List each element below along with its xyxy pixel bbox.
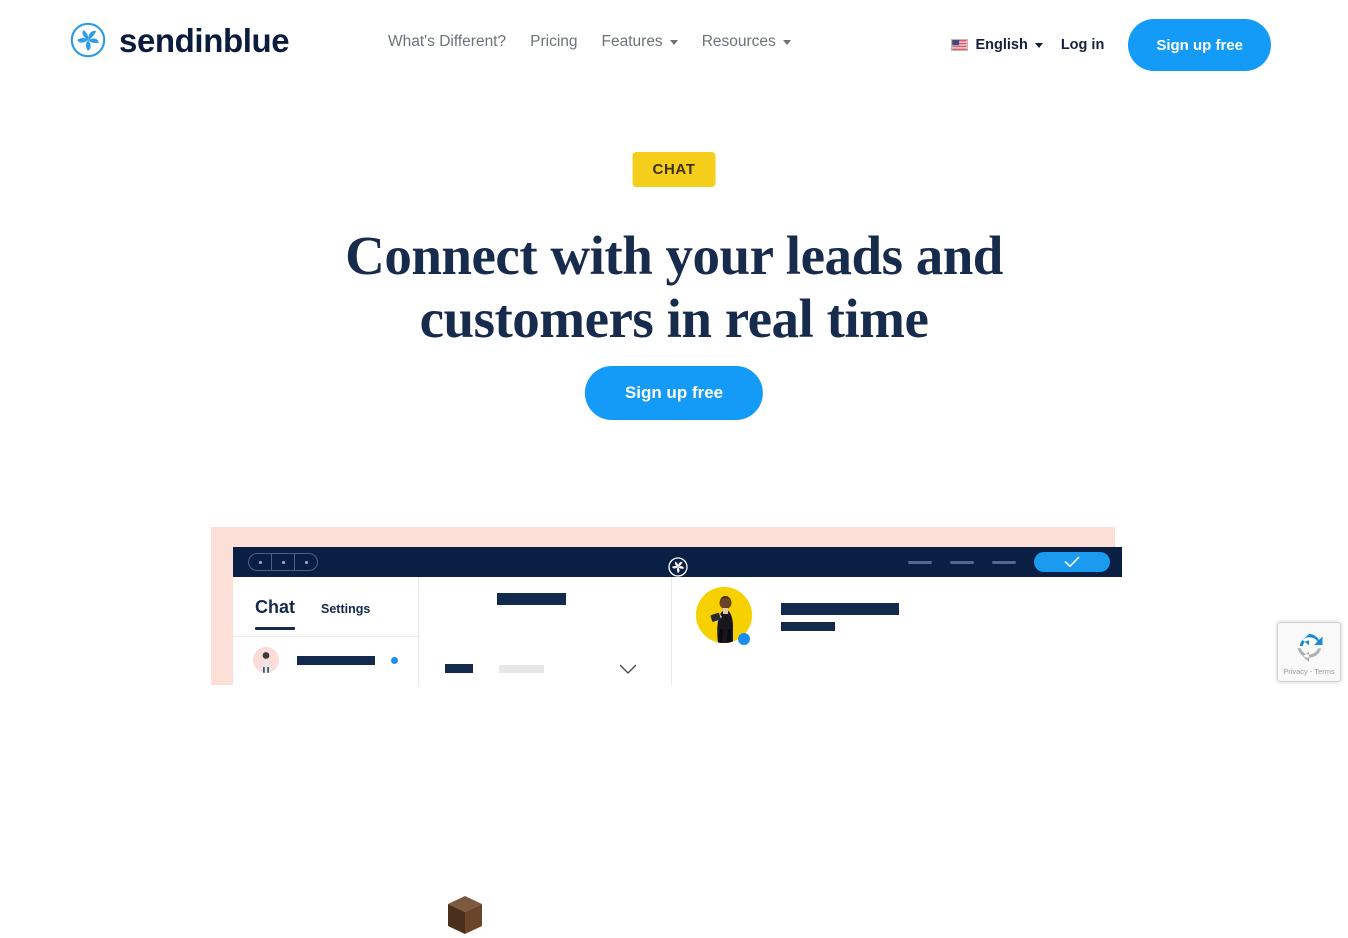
- nav-label: What's Different?: [388, 33, 507, 50]
- recaptcha-label: Privacy - Terms: [1283, 667, 1335, 676]
- placeholder-bar: [497, 593, 566, 605]
- chevron-down-icon: [1034, 42, 1043, 48]
- chat-panel: Chat Settings: [233, 577, 419, 685]
- page-title: Connect with your leads and customers in…: [0, 228, 1348, 346]
- nav-item-whats-different[interactable]: What's Different?: [388, 33, 506, 51]
- header-actions: English Log in Sign up free: [951, 19, 1271, 71]
- brown-3d-box-icon: [222, 446, 482, 934]
- window-controls[interactable]: [248, 553, 318, 571]
- sendinblue-pinwheel-logo-icon: [70, 22, 106, 58]
- login-link[interactable]: Log in: [1061, 37, 1105, 53]
- recaptcha-badge[interactable]: Privacy - Terms: [1277, 622, 1341, 682]
- signup-button-header[interactable]: Sign up free: [1128, 19, 1271, 71]
- confirm-button[interactable]: [1034, 552, 1110, 572]
- divider: [233, 636, 418, 637]
- placeholder-bar: [499, 665, 544, 673]
- window-control-dot[interactable]: [295, 554, 317, 570]
- checkmark-icon: [1064, 556, 1080, 567]
- site-header: sendinblue What's Different? Pricing Fea…: [0, 0, 1348, 92]
- placeholder-bar: [781, 603, 899, 615]
- brand-name: sendinblue: [119, 21, 290, 59]
- sendinblue-pinwheel-logo-icon: [667, 552, 688, 577]
- main-navigation: What's Different? Pricing Features Resou…: [388, 33, 791, 51]
- titlebar-actions: [908, 547, 1110, 577]
- menu-dash-icon: [908, 560, 932, 564]
- status-badge: [738, 633, 750, 645]
- signup-button-hero[interactable]: Sign up free: [584, 366, 764, 420]
- nav-label: Resources: [701, 33, 776, 50]
- menu-dash-icon: [950, 560, 974, 564]
- unread-dot: [391, 656, 398, 664]
- placeholder-bar: [297, 655, 375, 665]
- language-label: English: [975, 37, 1028, 53]
- tab-settings[interactable]: Settings: [321, 602, 370, 616]
- window-control-dot[interactable]: [249, 554, 272, 570]
- chevron-down-icon[interactable]: [619, 662, 637, 680]
- us-flag-icon: [951, 39, 969, 51]
- recaptcha-icon: [1292, 629, 1326, 663]
- nav-item-resources[interactable]: Resources: [702, 33, 791, 51]
- mockup-body: Chat Settings: [233, 577, 1122, 685]
- window-control-dot[interactable]: [272, 554, 295, 570]
- chat-list-item[interactable]: [253, 647, 406, 673]
- chat-panel-tabs: Chat Settings: [255, 597, 370, 630]
- page-title-line-2: customers in real time: [419, 288, 929, 349]
- menu-dash-icon: [992, 560, 1016, 564]
- nav-label: Features: [601, 33, 663, 50]
- nav-item-pricing[interactable]: Pricing: [530, 33, 577, 51]
- mockup-titlebar: [233, 547, 1122, 577]
- nav-label: Pricing: [530, 33, 578, 50]
- avatar: [253, 647, 279, 673]
- placeholder-bar: [781, 622, 835, 631]
- page-title-line-1: Connect with your leads and: [345, 225, 1003, 286]
- conversation-panel: [419, 577, 672, 685]
- chevron-down-icon: [669, 39, 678, 45]
- language-selector[interactable]: English: [951, 37, 1043, 53]
- nav-item-features[interactable]: Features: [602, 33, 678, 51]
- chevron-down-icon: [782, 39, 791, 45]
- tab-chat[interactable]: Chat: [255, 597, 295, 630]
- app-mockup-window: Chat Settings: [233, 547, 1122, 685]
- category-badge-chat: CHAT: [632, 152, 716, 187]
- brand-logo-link[interactable]: sendinblue: [70, 21, 290, 59]
- contact-detail-panel: [672, 577, 1122, 685]
- placeholder-bar: [445, 664, 473, 673]
